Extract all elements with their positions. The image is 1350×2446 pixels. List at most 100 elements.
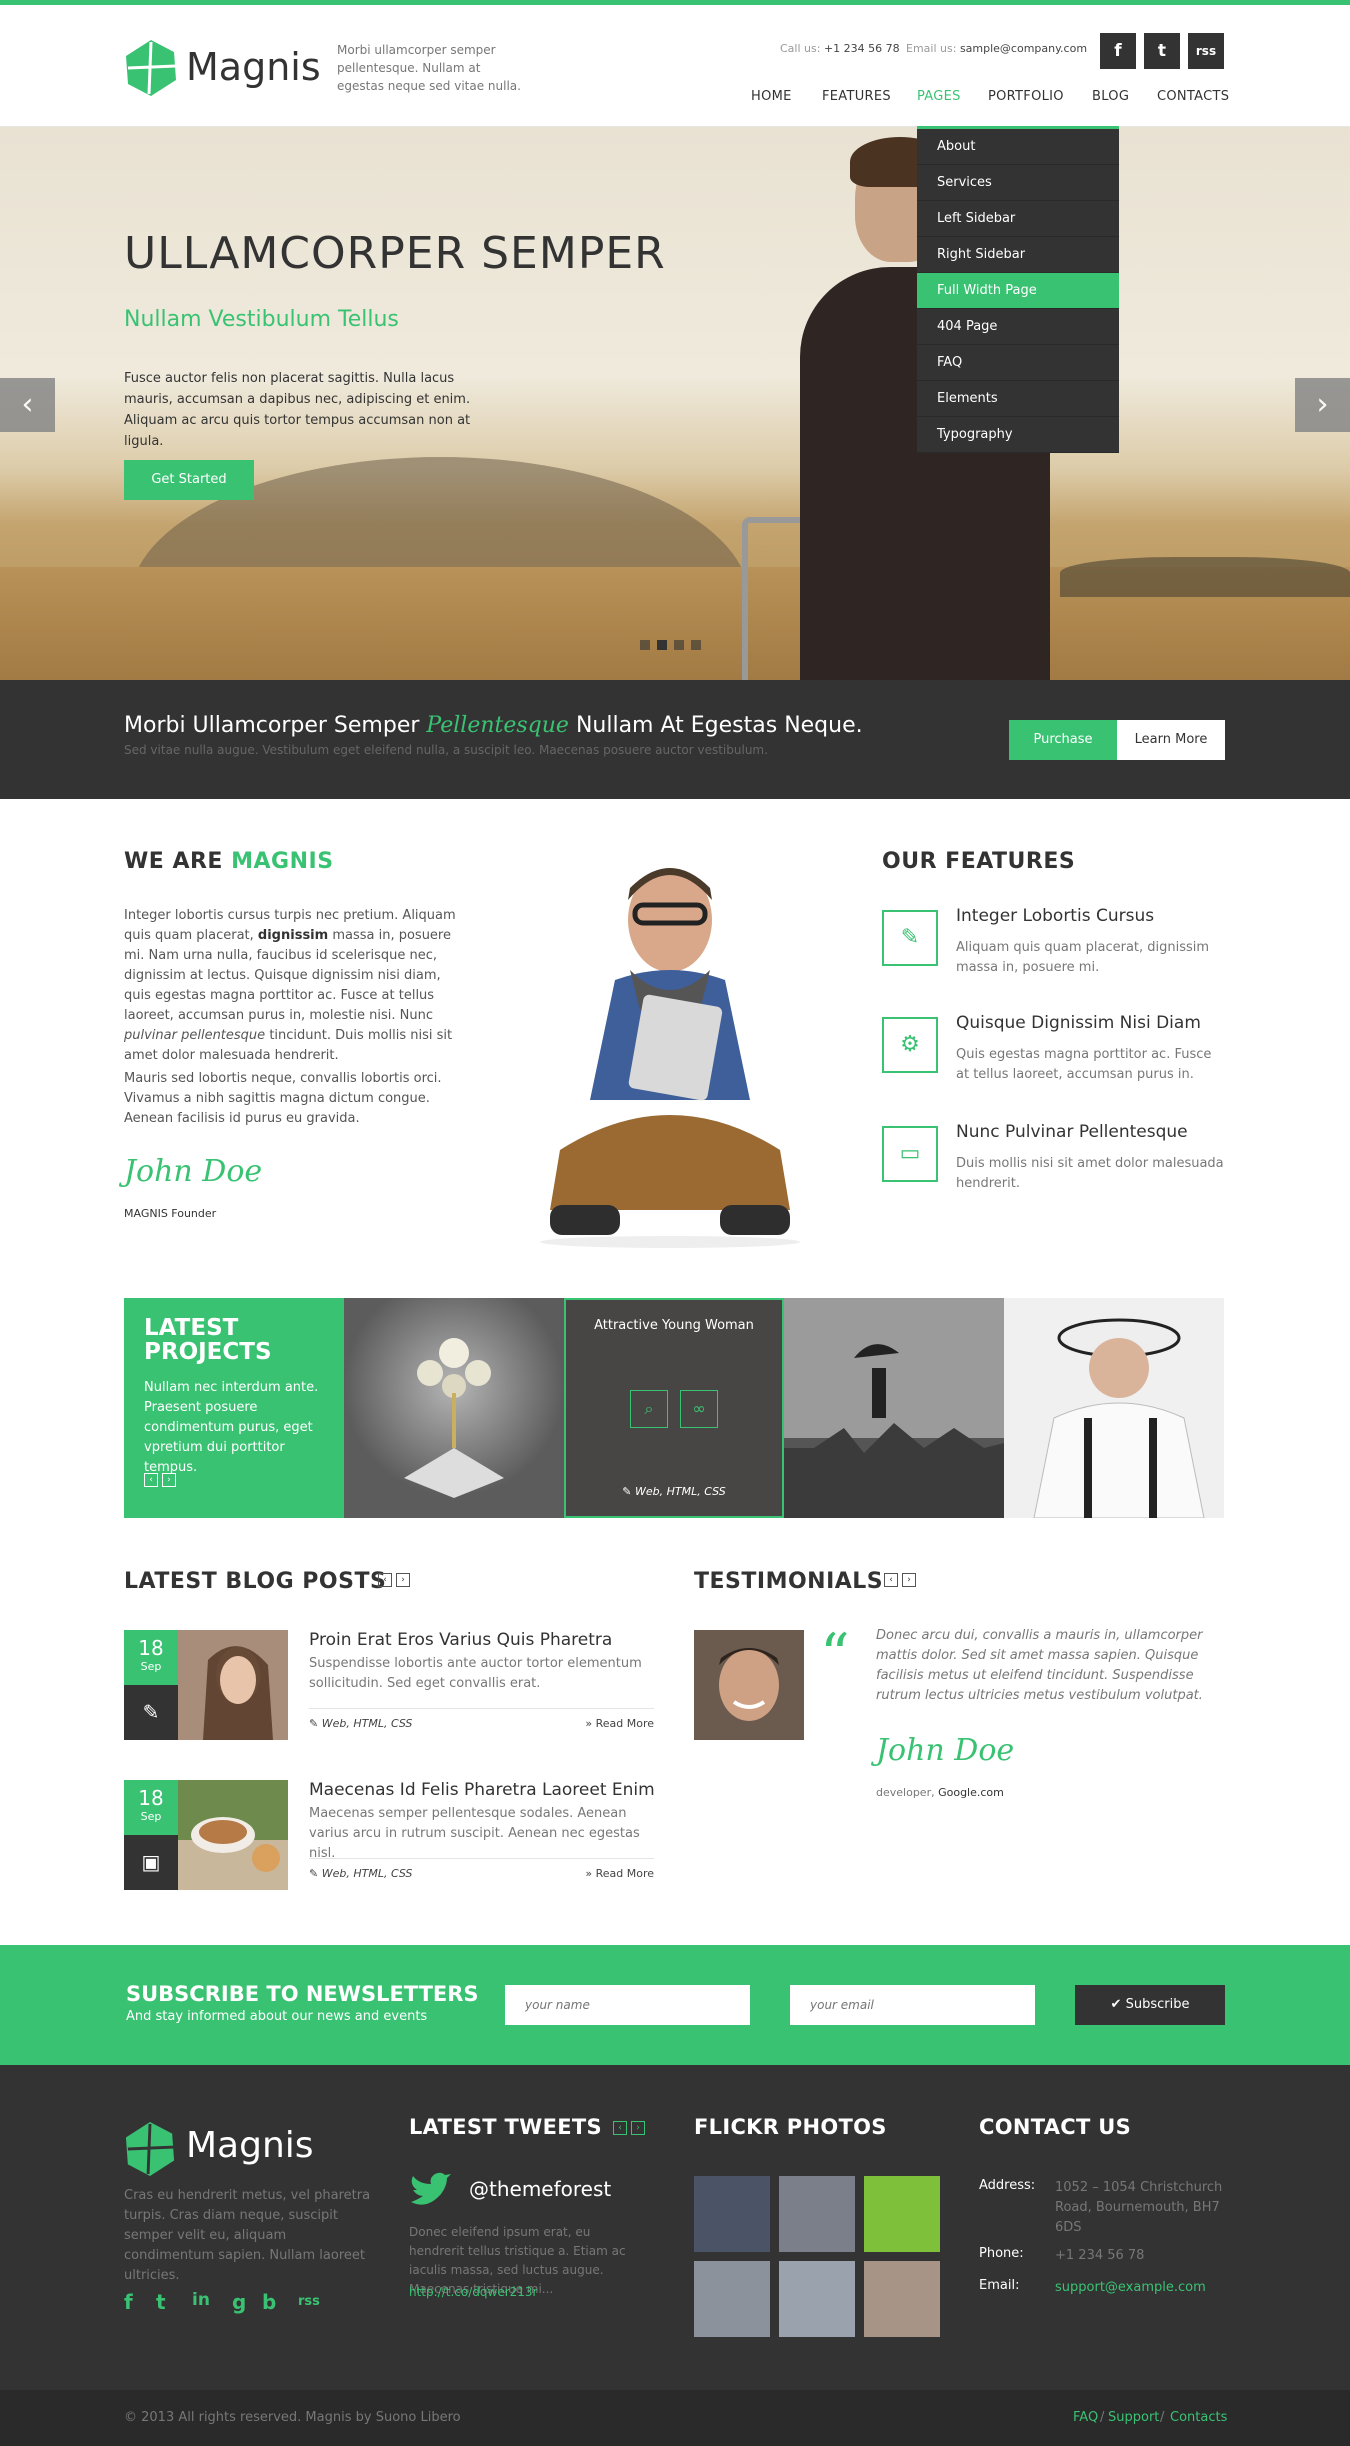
linkedin-icon[interactable]: in bbox=[192, 2290, 210, 2310]
slider-next-icon[interactable]: › bbox=[1295, 378, 1350, 432]
flickr-photo[interactable] bbox=[864, 2261, 940, 2337]
projects-text: Nullam nec interdum ante. Praesent posue… bbox=[144, 1380, 319, 1475]
zoom-icon[interactable]: ⌕ bbox=[630, 1390, 668, 1428]
get-started-button[interactable]: Get Started bbox=[124, 460, 254, 500]
post-image[interactable] bbox=[178, 1780, 288, 1890]
testimonial-company[interactable]: Google.com bbox=[938, 1786, 1004, 1799]
post-meta: ✎ Web, HTML, CSS » Read More bbox=[309, 1858, 654, 1880]
rss-icon[interactable]: rss bbox=[298, 2294, 320, 2309]
hero-trees bbox=[1060, 557, 1350, 597]
subscribe-button[interactable]: ✔ Subscribe bbox=[1075, 1985, 1225, 2025]
support-link[interactable]: Support bbox=[1108, 2410, 1159, 2425]
flickr-photo[interactable] bbox=[694, 2261, 770, 2337]
email-value[interactable]: support@example.com bbox=[1055, 2278, 1225, 2298]
about-paragraph-1: Integer lobortis cursus turpis nec preti… bbox=[124, 906, 469, 1066]
slider-prev-icon[interactable]: ‹ bbox=[0, 378, 55, 432]
tweet-handle[interactable]: @themeforest bbox=[469, 2177, 611, 2201]
nav-features[interactable]: FEATURES bbox=[822, 89, 891, 104]
post-tags: Web, HTML, CSS bbox=[321, 1717, 413, 1730]
nav-home[interactable]: HOME bbox=[751, 89, 792, 104]
faq-link[interactable]: FAQ bbox=[1073, 2410, 1098, 2425]
slider-dot[interactable] bbox=[674, 640, 684, 650]
tweet-link[interactable]: http://t.co/dqwer213r bbox=[409, 2285, 537, 2299]
nav-pages[interactable]: PAGES bbox=[917, 89, 961, 104]
learn-more-button[interactable]: Learn More bbox=[1117, 720, 1225, 760]
facebook-icon[interactable]: f bbox=[124, 2290, 133, 2314]
project-thumb-woman[interactable]: Attractive Young Woman ⌕ ∞ ✎ Web, HTML, … bbox=[564, 1298, 784, 1518]
facebook-icon[interactable]: f bbox=[1100, 33, 1136, 69]
read-more-link[interactable]: » Read More bbox=[585, 1867, 654, 1880]
post-title[interactable]: Maecenas Id Felis Pharetra Laoreet Enim bbox=[309, 1780, 655, 1800]
flickr-photo[interactable] bbox=[694, 2176, 770, 2252]
newsletter-band: SUBSCRIBE TO NEWSLETTERS And stay inform… bbox=[0, 1945, 1350, 2065]
dropdown-item-404-page[interactable]: 404 Page bbox=[917, 309, 1119, 345]
link-icon[interactable]: ∞ bbox=[680, 1390, 718, 1428]
subscribe-label[interactable]: Subscribe bbox=[1126, 1997, 1190, 2012]
dropdown-item-services[interactable]: Services bbox=[917, 165, 1119, 201]
project-thumb-man-hat[interactable] bbox=[1004, 1298, 1224, 1518]
nav-portfolio[interactable]: PORTFOLIO bbox=[988, 89, 1064, 104]
newsletter-name-input[interactable] bbox=[505, 1985, 750, 2025]
blog-prev-icon[interactable]: ‹ bbox=[378, 1573, 392, 1587]
testimonial-author: developer, Google.com bbox=[876, 1786, 1004, 1799]
call-label: Call us: bbox=[780, 42, 821, 55]
slider-dot[interactable] bbox=[691, 640, 701, 650]
flickr-photo[interactable] bbox=[779, 2176, 855, 2252]
slider-dot[interactable] bbox=[657, 640, 667, 650]
dropdown-item-elements[interactable]: Elements bbox=[917, 381, 1119, 417]
testimonials-prev-icon[interactable]: ‹ bbox=[884, 1573, 898, 1587]
testimonials-next-icon[interactable]: › bbox=[902, 1573, 916, 1587]
logo-text[interactable]: Magnis bbox=[186, 45, 321, 89]
post-title[interactable]: Proin Erat Eros Varius Quis Pharetra bbox=[309, 1630, 612, 1650]
project-thumb-umbrella[interactable] bbox=[784, 1298, 1004, 1518]
flickr-photo[interactable] bbox=[864, 2176, 940, 2252]
dropdown-item-typography[interactable]: Typography bbox=[917, 417, 1119, 453]
header-tagline: Morbi ullamcorper semper pellentesque. N… bbox=[337, 43, 521, 93]
call-value: +1 234 56 78 bbox=[823, 42, 900, 55]
projects-next-icon[interactable]: › bbox=[162, 1473, 176, 1487]
footer-logo-icon[interactable] bbox=[124, 2120, 176, 2178]
project-hover-tags: ✎ Web, HTML, CSS bbox=[622, 1485, 726, 1498]
rss-icon[interactable]: rss bbox=[1188, 33, 1224, 69]
tweets-next-icon[interactable]: › bbox=[631, 2121, 645, 2135]
about-role: MAGNIS Founder bbox=[124, 1207, 217, 1220]
read-more-text[interactable]: Read More bbox=[596, 1717, 654, 1730]
nav-contacts[interactable]: CONTACTS bbox=[1157, 89, 1229, 104]
flickr-photo[interactable] bbox=[779, 2261, 855, 2337]
link-separator: / bbox=[1100, 2410, 1105, 2425]
feature-2-text: Quis egestas magna porttitor ac. Fusce a… bbox=[956, 1047, 1212, 1082]
post-image[interactable] bbox=[178, 1630, 288, 1740]
projects-title: LATEST PROJECTS bbox=[144, 1316, 324, 1364]
read-more-text[interactable]: Read More bbox=[596, 1867, 654, 1880]
twitter-icon[interactable]: t bbox=[1144, 33, 1180, 69]
google-icon[interactable]: g bbox=[232, 2290, 246, 2314]
testimonial-text: Donec arcu dui, convallis a mauris in, u… bbox=[876, 1628, 1203, 1703]
dropdown-item-full-width-page[interactable]: Full Width Page bbox=[917, 273, 1119, 309]
nav-blog[interactable]: BLOG bbox=[1092, 89, 1129, 104]
about-p1-italic: pulvinar pellentesque bbox=[124, 1028, 266, 1043]
promo-title-start: Morbi Ullamcorper Semper bbox=[124, 713, 420, 738]
dropdown-item-right-sidebar[interactable]: Right Sidebar bbox=[917, 237, 1119, 273]
purchase-button[interactable]: Purchase bbox=[1009, 720, 1117, 760]
promo-band: Morbi Ullamcorper Semper Pellentesque Nu… bbox=[0, 680, 1350, 799]
footer-logo-text[interactable]: Magnis bbox=[186, 2125, 314, 2166]
blog-post: 18 Sep ✎ Proin Erat Eros Varius Quis Phar… bbox=[124, 1630, 654, 1740]
logo-icon[interactable] bbox=[124, 38, 178, 98]
read-more-link[interactable]: » Read More bbox=[585, 1717, 654, 1730]
blogger-icon[interactable]: b bbox=[262, 2290, 276, 2314]
blog-next-icon[interactable]: › bbox=[396, 1573, 410, 1587]
slider-dot[interactable] bbox=[640, 640, 650, 650]
testimonial-avatar bbox=[694, 1630, 804, 1740]
twitter-icon[interactable]: t bbox=[156, 2290, 166, 2314]
dropdown-item-faq[interactable]: FAQ bbox=[917, 345, 1119, 381]
newsletter-email-input[interactable] bbox=[790, 1985, 1035, 2025]
project-thumb-bulbs[interactable] bbox=[344, 1298, 564, 1518]
dropdown-item-left-sidebar[interactable]: Left Sidebar bbox=[917, 201, 1119, 237]
promo-title-highlight: Pellentesque bbox=[426, 713, 569, 738]
projects-prev-icon[interactable]: ‹ bbox=[144, 1473, 158, 1487]
blog-title: LATEST BLOG POSTS bbox=[124, 1569, 387, 1594]
dropdown-item-about[interactable]: About bbox=[917, 129, 1119, 165]
contacts-link[interactable]: Contacts bbox=[1170, 2410, 1227, 2425]
tweets-prev-icon[interactable]: ‹ bbox=[613, 2121, 627, 2135]
post-month: Sep bbox=[140, 1660, 162, 1673]
